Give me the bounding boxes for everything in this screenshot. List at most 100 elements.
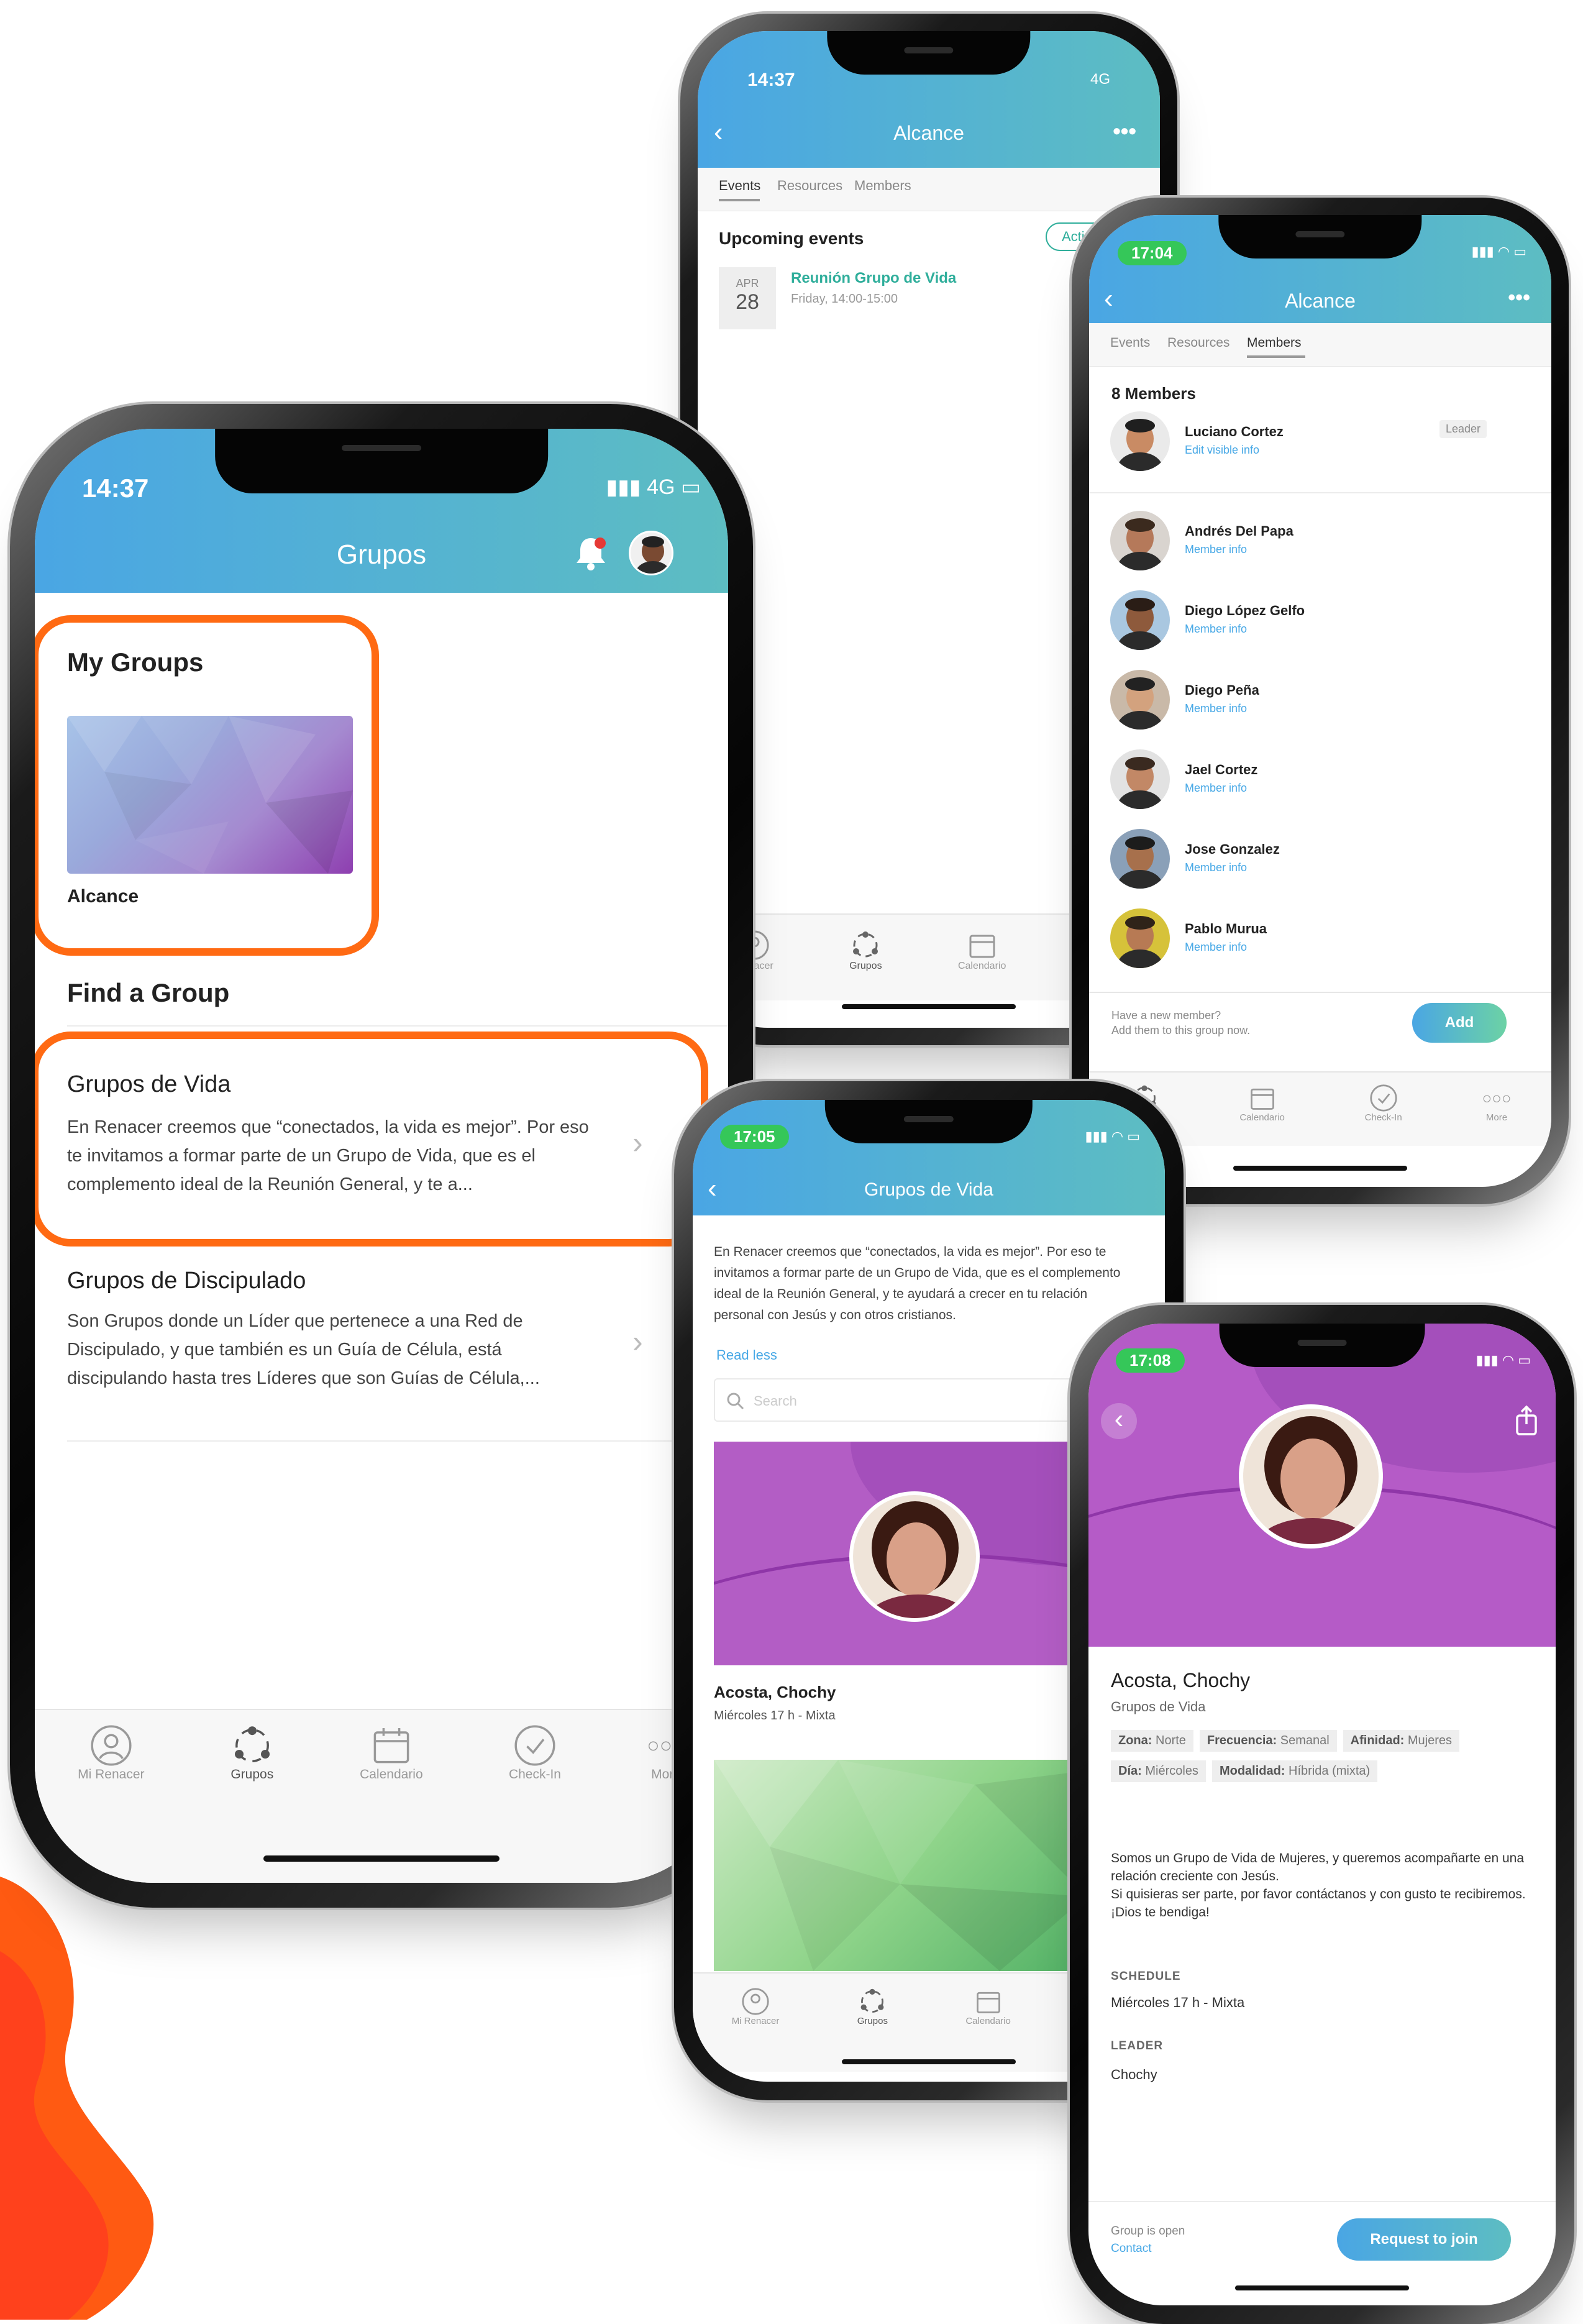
- tab-check-in[interactable]: Check-In: [509, 1724, 561, 1883]
- tab-calendario[interactable]: Calendario: [958, 930, 1006, 1000]
- tab-events[interactable]: Events: [1110, 336, 1150, 350]
- status-network: ▮▮▮ 4G ▭: [606, 475, 701, 499]
- home-indicator: [842, 1004, 1016, 1009]
- tab-members[interactable]: Members: [854, 178, 911, 194]
- user-circle-icon: [742, 1988, 769, 2015]
- search-input[interactable]: Search: [754, 1393, 797, 1409]
- leader-label: LEADER: [1111, 2039, 1164, 2052]
- home-indicator: [263, 1855, 500, 1862]
- leader-photo: [849, 1491, 980, 1622]
- tab-mi-renacer[interactable]: Mi Renacer: [78, 1724, 145, 1883]
- event-date-box: APR 28: [719, 267, 776, 329]
- member-name: Andrés Del Papa: [1185, 523, 1293, 539]
- groups-icon: [234, 1726, 270, 1762]
- member-row[interactable]: Andrés Del Papa Member info: [1089, 507, 1551, 575]
- divider: [1089, 492, 1551, 493]
- request-to-join-button[interactable]: Request to join: [1337, 2218, 1511, 2261]
- search-icon: [727, 1393, 744, 1410]
- profile-avatar[interactable]: [629, 531, 673, 575]
- schedule-value: Miércoles 17 h - Mixta: [1111, 1995, 1245, 2010]
- schedule-label: SCHEDULE: [1111, 1970, 1181, 1983]
- calendar-icon: [976, 1992, 1000, 2013]
- my-groups-heading: My Groups: [67, 647, 204, 677]
- member-avatar: [1110, 670, 1170, 730]
- tab-calendario[interactable]: Calendario: [1239, 1084, 1285, 1146]
- bell-icon[interactable]: [573, 534, 609, 572]
- find-group-heading: Find a Group: [67, 978, 230, 1007]
- status-time: 17:04: [1118, 241, 1187, 265]
- group-name: Grupos de Vida: [67, 1071, 231, 1097]
- tag: Día: Miércoles: [1111, 1760, 1206, 1782]
- member-info-link[interactable]: Member info: [1185, 702, 1247, 715]
- group-item[interactable]: Grupos de Vida En Renacer creemos que “c…: [67, 1050, 664, 1237]
- leader-value: Chochy: [1111, 2067, 1157, 2082]
- page-title: Grupos: [336, 539, 427, 570]
- upcoming-heading: Upcoming events: [719, 229, 864, 248]
- tab-check-in[interactable]: Check-In: [1365, 1084, 1402, 1146]
- group-item[interactable]: Grupos de Discipulado Son Grupos donde u…: [67, 1255, 664, 1442]
- member-name: Jose Gonzalez: [1185, 841, 1280, 857]
- member-row[interactable]: Jose Gonzalez Member info: [1089, 825, 1551, 894]
- member-info-link[interactable]: Member info: [1185, 941, 1247, 954]
- home-indicator: [1235, 2285, 1409, 2290]
- group-open-status: Group is open: [1111, 2225, 1185, 2238]
- member-row[interactable]: Pablo Murua Member info: [1089, 905, 1551, 973]
- tag: Modalidad: Híbrida (mixta): [1211, 1760, 1378, 1782]
- tab-events[interactable]: Events: [719, 178, 760, 194]
- event-when: Friday, 14:00-15:00: [791, 292, 898, 306]
- check-circle-icon: [514, 1725, 555, 1766]
- tag: Frecuencia: Semanal: [1199, 1730, 1337, 1752]
- member-row[interactable]: Diego Peña Member info: [1089, 666, 1551, 734]
- tab-more[interactable]: ○○○ More: [1482, 1084, 1511, 1146]
- read-less-link[interactable]: Read less: [716, 1347, 777, 1363]
- member-info-link[interactable]: Member info: [1185, 543, 1247, 556]
- phone-members: 17:04 ▮▮▮ ◠ ▭ ‹ Alcance ••• Events Resou…: [1072, 198, 1569, 1204]
- back-button[interactable]: ‹: [1101, 1403, 1137, 1439]
- event-name[interactable]: Reunión Grupo de Vida: [791, 270, 956, 287]
- leader-photo: [1239, 1404, 1383, 1549]
- home-indicator: [1233, 1166, 1407, 1171]
- member-avatar: [1110, 749, 1170, 809]
- more-horizontal-icon[interactable]: •••: [1508, 286, 1530, 310]
- member-count: 8 Members: [1111, 384, 1196, 403]
- group-category: Grupos de Vida: [1111, 1699, 1206, 1714]
- new-member-subtitle: Add them to this group now.: [1111, 1024, 1251, 1036]
- tag: Zona: Norte: [1111, 1730, 1193, 1752]
- more-dots-icon: ○○○: [1482, 1089, 1512, 1107]
- tab-resources[interactable]: Resources: [1167, 336, 1229, 350]
- member-avatar: [1110, 829, 1170, 889]
- status-signal: ▮▮▮ ◠ ▭: [1085, 1128, 1140, 1144]
- member-info-link[interactable]: Member info: [1185, 861, 1247, 874]
- group-intro: En Renacer creemos que “conectados, la v…: [714, 1245, 1121, 1322]
- calendar-icon: [373, 1728, 409, 1764]
- status-time: 17:08: [1116, 1348, 1185, 1373]
- member-avatar: [1110, 511, 1170, 570]
- contact-link[interactable]: Contact: [1111, 2242, 1151, 2256]
- tab-grupos[interactable]: Grupos: [849, 930, 882, 1000]
- event-day: 28: [736, 290, 759, 314]
- member-row[interactable]: Luciano Cortez Edit visible info: [1089, 408, 1551, 493]
- member-row[interactable]: Jael Cortez Member info: [1089, 746, 1551, 814]
- phone-grupos: 14:37 ▮▮▮ 4G ▭ Grupos My Groups Alcance …: [10, 404, 753, 1908]
- new-member-question: Have a new member?: [1111, 1009, 1221, 1022]
- member-info-link[interactable]: Member info: [1185, 782, 1247, 795]
- my-group-name[interactable]: Alcance: [67, 886, 139, 907]
- chevron-right-icon: ›: [632, 1324, 643, 1359]
- status-time: 17:05: [720, 1125, 789, 1149]
- member-info-link[interactable]: Edit visible info: [1185, 444, 1259, 457]
- group-card-schedule: Miércoles 17 h - Mixta: [714, 1709, 836, 1722]
- my-group-card-image[interactable]: [67, 716, 353, 874]
- tag: Afinidad: Mujeres: [1343, 1730, 1460, 1752]
- tab-mi-renacer[interactable]: Mi Renacer: [732, 1987, 779, 2072]
- tab-resources[interactable]: Resources: [777, 178, 842, 194]
- group-card-name[interactable]: Acosta, Chochy: [714, 1683, 836, 1702]
- member-name: Pablo Murua: [1185, 921, 1267, 936]
- member-row[interactable]: Diego López Gelfo Member info: [1089, 587, 1551, 655]
- more-horizontal-icon[interactable]: •••: [1113, 118, 1136, 144]
- tab-members[interactable]: Members: [1247, 336, 1302, 350]
- add-member-button[interactable]: Add: [1412, 1003, 1507, 1043]
- page-title: Alcance: [893, 122, 964, 144]
- share-icon[interactable]: [1511, 1403, 1542, 1438]
- member-name: Diego López Gelfo: [1185, 603, 1305, 618]
- member-info-link[interactable]: Member info: [1185, 623, 1247, 636]
